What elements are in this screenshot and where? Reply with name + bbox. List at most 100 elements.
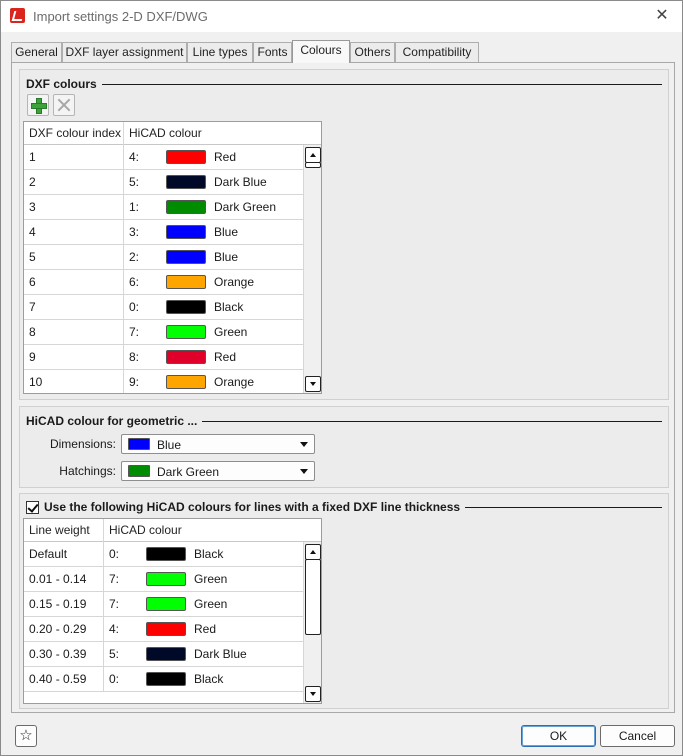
dimensions-colour-select[interactable]: Blue bbox=[121, 434, 315, 454]
tab-colours[interactable]: Colours bbox=[292, 40, 350, 63]
colour-swatch bbox=[146, 622, 186, 636]
row-key-cell[interactable]: 2 bbox=[24, 170, 124, 194]
row-colour-cell[interactable]: 7: Green bbox=[124, 320, 304, 344]
table-row[interactable]: 1 4: Red bbox=[24, 145, 304, 170]
table-row[interactable]: 6 6: Orange bbox=[24, 270, 304, 295]
column-header[interactable]: HiCAD colour bbox=[104, 519, 304, 542]
row-colour-cell[interactable]: 0: Black bbox=[124, 295, 304, 319]
vertical-scrollbar[interactable] bbox=[303, 145, 321, 393]
cancel-button[interactable]: Cancel bbox=[600, 725, 675, 747]
scroll-down-button[interactable] bbox=[305, 686, 321, 702]
table-row[interactable]: 8 7: Green bbox=[24, 320, 304, 345]
row-colour-cell[interactable]: 8: Red bbox=[124, 345, 304, 369]
row-colour-cell[interactable]: 6: Orange bbox=[124, 270, 304, 294]
scroll-thumb[interactable] bbox=[305, 162, 321, 168]
favorites-button[interactable]: ☆ bbox=[15, 725, 37, 747]
row-key-cell[interactable]: 0.40 - 0.59 bbox=[24, 667, 104, 691]
scroll-up-button[interactable] bbox=[305, 544, 321, 560]
row-key-cell[interactable]: 0.15 - 0.19 bbox=[24, 592, 104, 616]
table-row[interactable]: 2 5: Dark Blue bbox=[24, 170, 304, 195]
table-row[interactable]: 0.30 - 0.39 5: Dark Blue bbox=[24, 642, 304, 667]
tab-line-types[interactable]: Line types bbox=[187, 42, 253, 63]
row-key-cell[interactable]: 9 bbox=[24, 345, 124, 369]
checkbox-label[interactable]: Use the following HiCAD colours for line… bbox=[44, 500, 465, 514]
table-row[interactable]: 4 3: Blue bbox=[24, 220, 304, 245]
row-colour-cell[interactable]: 5: Dark Blue bbox=[124, 170, 304, 194]
vertical-scrollbar[interactable] bbox=[303, 542, 321, 703]
line-weight-table[interactable]: Line weight HiCAD colour Default 0: Black 0… bbox=[23, 518, 322, 704]
colour-swatch bbox=[166, 250, 206, 264]
tab-compatibility[interactable]: Compatibility bbox=[395, 42, 479, 63]
plus-icon bbox=[30, 97, 47, 114]
row-key-cell[interactable]: 0.20 - 0.29 bbox=[24, 617, 104, 641]
row-colour-cell[interactable]: 1: Dark Green bbox=[124, 195, 304, 219]
colour-swatch bbox=[166, 375, 206, 389]
row-key-cell[interactable]: 7 bbox=[24, 295, 124, 319]
table-row[interactable]: 3 1: Dark Green bbox=[24, 195, 304, 220]
table-header: DXF colour index HiCAD colour bbox=[24, 122, 321, 145]
scroll-down-button[interactable] bbox=[305, 376, 321, 392]
colour-name: Red bbox=[194, 622, 217, 636]
column-header[interactable]: Line weight bbox=[24, 519, 104, 542]
table-row[interactable]: 10 9: Orange bbox=[24, 370, 304, 393]
table-row[interactable]: Default 0: Black bbox=[24, 542, 304, 567]
table-row[interactable]: 7 0: Black bbox=[24, 295, 304, 320]
row-key-cell[interactable]: 10 bbox=[24, 370, 124, 393]
close-button[interactable]: ✕ bbox=[648, 5, 676, 27]
row-key-cell[interactable]: 5 bbox=[24, 245, 124, 269]
row-colour-cell[interactable]: 3: Blue bbox=[124, 220, 304, 244]
colour-code: 0: bbox=[109, 672, 120, 686]
row-colour-cell[interactable]: 2: Blue bbox=[124, 245, 304, 269]
colour-name: Red bbox=[214, 150, 237, 164]
colour-code: 7: bbox=[109, 597, 120, 611]
tab-fonts[interactable]: Fonts bbox=[253, 42, 292, 63]
colour-code: 0: bbox=[109, 547, 120, 561]
tab-dxf-layer-assignment[interactable]: DXF layer assignment bbox=[62, 42, 187, 63]
colour-name: Orange bbox=[214, 275, 255, 289]
row-colour-cell[interactable]: 0: Black bbox=[104, 542, 304, 566]
hatchings-colour-select[interactable]: Dark Green bbox=[121, 461, 315, 481]
row-colour-cell[interactable]: 4: Red bbox=[104, 617, 304, 641]
row-colour-cell[interactable]: 7: Green bbox=[104, 567, 304, 591]
table-row[interactable]: 0.40 - 0.59 0: Black bbox=[24, 667, 304, 692]
selected-value: Dark Green bbox=[157, 465, 220, 479]
row-key-cell[interactable]: 0.01 - 0.14 bbox=[24, 567, 104, 591]
use-line-thickness-checkbox[interactable] bbox=[26, 500, 39, 514]
row-key-cell[interactable]: 1 bbox=[24, 145, 124, 169]
dxf-colour-table[interactable]: DXF colour index HiCAD colour 1 4: Red 2 5: D… bbox=[23, 121, 322, 394]
add-colour-button[interactable] bbox=[27, 94, 49, 116]
delete-colour-button[interactable] bbox=[53, 94, 75, 116]
tab-general[interactable]: General bbox=[11, 42, 62, 63]
row-colour-cell[interactable]: 9: Orange bbox=[124, 370, 304, 393]
colour-code: 7: bbox=[109, 572, 120, 586]
column-header[interactable]: HiCAD colour bbox=[124, 122, 304, 145]
row-colour-cell[interactable]: 7: Green bbox=[104, 592, 304, 616]
column-header[interactable]: DXF colour index bbox=[24, 122, 124, 145]
table-row[interactable]: 0.01 - 0.14 7: Green bbox=[24, 567, 304, 592]
colour-code: 2: bbox=[129, 250, 140, 264]
row-key-cell[interactable]: Default bbox=[24, 542, 104, 566]
tab-others[interactable]: Others bbox=[350, 42, 395, 63]
table-row[interactable]: 0.20 - 0.29 4: Red bbox=[24, 617, 304, 642]
table-row[interactable]: 5 2: Blue bbox=[24, 245, 304, 270]
selected-value: Blue bbox=[157, 438, 182, 452]
group-title: DXF colours bbox=[26, 77, 97, 91]
row-colour-cell[interactable]: 0: Black bbox=[104, 667, 304, 691]
table-row[interactable]: 0.15 - 0.19 7: Green bbox=[24, 592, 304, 617]
hatchings-label: Hatchings: bbox=[59, 464, 116, 478]
row-key-cell[interactable]: 3 bbox=[24, 195, 124, 219]
row-colour-cell[interactable]: 4: Red bbox=[124, 145, 304, 169]
colour-code: 1: bbox=[129, 200, 140, 214]
colour-swatch bbox=[166, 350, 206, 364]
row-key-cell[interactable]: 8 bbox=[24, 320, 124, 344]
row-key-cell[interactable]: 6 bbox=[24, 270, 124, 294]
scroll-up-button[interactable] bbox=[305, 147, 321, 163]
table-row[interactable]: 9 8: Red bbox=[24, 345, 304, 370]
colour-name: Blue bbox=[214, 250, 239, 264]
ok-button[interactable]: OK bbox=[521, 725, 596, 747]
row-key-cell[interactable]: 0.30 - 0.39 bbox=[24, 642, 104, 666]
colour-code: 6: bbox=[129, 275, 140, 289]
row-key-cell[interactable]: 4 bbox=[24, 220, 124, 244]
row-colour-cell[interactable]: 5: Dark Blue bbox=[104, 642, 304, 666]
scroll-thumb[interactable] bbox=[305, 559, 321, 635]
